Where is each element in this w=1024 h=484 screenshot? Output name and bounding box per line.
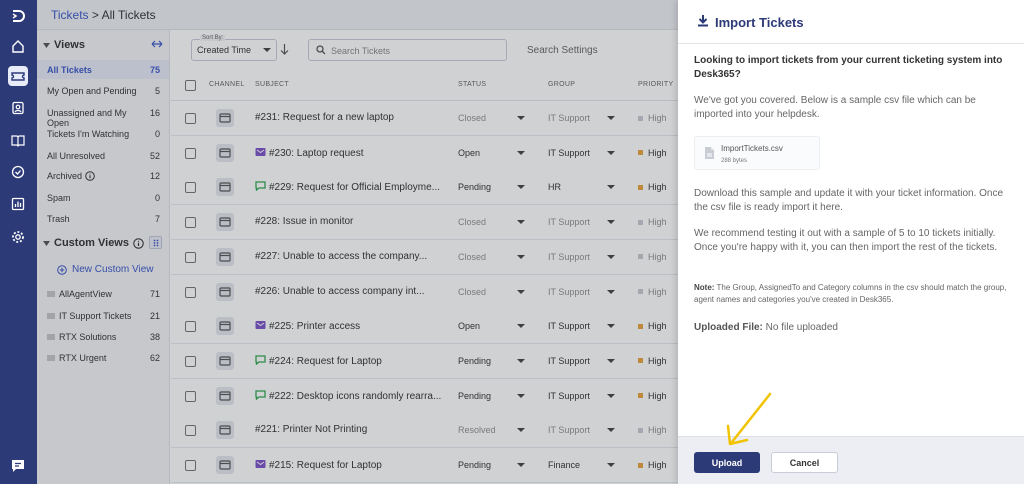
knowledge-base-icon[interactable] [8, 130, 28, 150]
desk365-logo-icon[interactable] [8, 6, 28, 26]
tickets-icon[interactable] [8, 66, 28, 86]
import-intro-text: Looking to import tickets from your curr… [694, 55, 1003, 80]
file-icon [705, 147, 714, 159]
sample-file-name: ImportTickets.csv [721, 144, 783, 153]
chat-support-icon[interactable] [8, 456, 28, 476]
annotation-arrow-icon [726, 392, 772, 446]
note-label: Note: [694, 283, 715, 292]
home-icon[interactable] [8, 36, 28, 56]
uploaded-file-status: Uploaded File: No file uploaded [694, 321, 1009, 335]
note-body: The Group, AssignedTo and Category colum… [694, 283, 1007, 304]
download-instruction-text: Download this sample and update it with … [694, 188, 1004, 213]
tasks-icon[interactable] [8, 162, 28, 182]
import-covered-text: We've got you covered. Below is a sample… [694, 95, 976, 120]
contacts-icon[interactable] [8, 98, 28, 118]
uploaded-file-value: No file uploaded [762, 322, 838, 333]
upload-button[interactable]: Upload [694, 452, 760, 473]
left-nav-rail [0, 0, 37, 484]
download-icon [698, 15, 708, 27]
import-panel-title: Import Tickets [715, 15, 804, 30]
recommend-text: We recommend testing it out with a sampl… [694, 228, 998, 253]
note-text: Note: The Group, AssignedTo and Category… [694, 282, 1009, 306]
import-panel-header: Import Tickets [678, 0, 1024, 44]
sample-file-size: 288 bytes [721, 158, 748, 164]
reports-icon[interactable] [8, 194, 28, 214]
cancel-button[interactable]: Cancel [771, 452, 838, 473]
uploaded-file-label: Uploaded File: [694, 322, 763, 333]
settings-gear-icon[interactable] [8, 227, 28, 247]
sample-csv-file[interactable]: ImportTickets.csv 288 bytes [694, 136, 820, 170]
modal-overlay[interactable] [37, 0, 678, 484]
